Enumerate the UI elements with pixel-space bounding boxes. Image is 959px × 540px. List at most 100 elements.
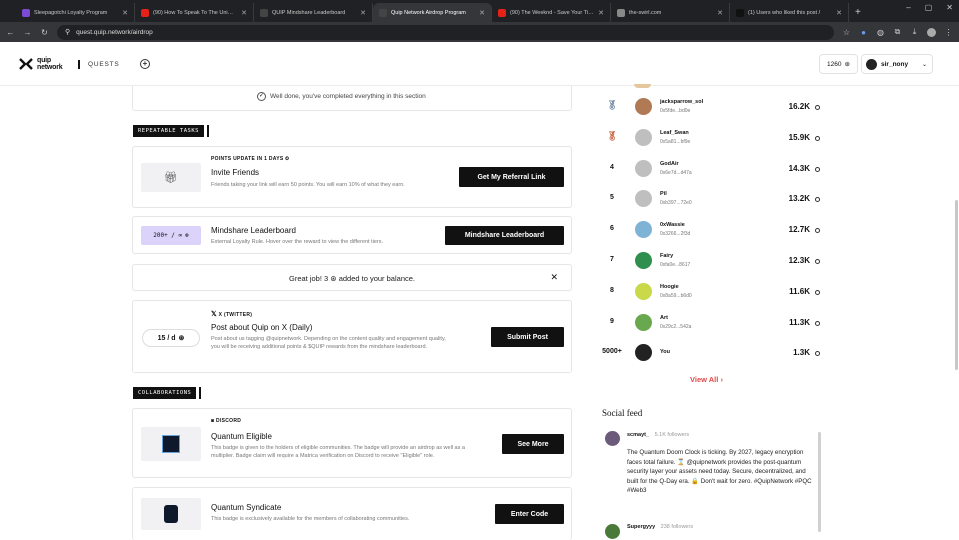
leaderboard-score: 11.6K (789, 286, 810, 296)
leaderboard-score: 1.3K (793, 348, 810, 358)
view-all-link[interactable]: View All › (690, 375, 723, 384)
extension-icon[interactable]: ● (859, 28, 868, 37)
social-feed-title: Social feed (602, 408, 643, 418)
avatar (605, 431, 620, 446)
quip-logo[interactable]: quip network (19, 57, 63, 71)
tab-close-icon[interactable]: ✕ (479, 9, 485, 17)
mindshare-reward-badge[interactable]: 200+ / ∞ ⊛ (141, 226, 201, 245)
address-bar: ← → ↻ ⚲ quest.quip.network/airdrop ☆ ● ◍… (0, 22, 959, 42)
tab-close-icon[interactable]: ✕ (836, 9, 842, 17)
points-icon: ⊛ (330, 274, 337, 283)
points-icon (815, 197, 820, 203)
invite-thumbnail: 🎁︎ (141, 163, 201, 192)
leaderboard-rank: 8 (610, 286, 614, 294)
leaderboard-rank: 5000+ (602, 348, 622, 356)
browser-tab[interactable]: QUIP Mindshare Leaderboard ✕ (254, 3, 373, 22)
site-info-icon[interactable]: ⚲ (65, 28, 70, 36)
avatar (866, 58, 877, 70)
bookmark-star-icon[interactable]: ☆ (842, 28, 851, 37)
silver-medal-icon: 🏅︎ (606, 100, 618, 110)
reload-icon[interactable]: ↻ (40, 28, 49, 37)
tab-title: Sleepagotchi Loyalty Program (34, 9, 108, 16)
maximize-icon[interactable]: ▢ (925, 3, 933, 12)
leaderboard-address: 0x29c2...542a (660, 323, 692, 330)
tab-close-icon[interactable]: ✕ (360, 9, 366, 17)
points-icon (815, 135, 820, 141)
points-icon (815, 105, 820, 110)
points-value: 1260 (827, 60, 842, 68)
nav-quests[interactable]: QUESTS (88, 61, 120, 68)
social-feed-list: scmayt_ 5.1K followers The Quantum Doom … (600, 426, 822, 540)
success-toast: Great job! 3 ⊛ added to your balance. ✕ (132, 264, 572, 291)
points-balance[interactable]: 1260 ⊛ (819, 54, 858, 74)
new-tab-icon[interactable]: + (849, 3, 867, 22)
leaderboard-rank: 6 (610, 225, 614, 233)
bronze-medal-icon: 🏅︎ (606, 130, 618, 141)
leaderboard-score: 11.3K (789, 317, 810, 327)
quantum-eligible-title: Quantum Eligible (211, 432, 272, 441)
url-field[interactable]: ⚲ quest.quip.network/airdrop (57, 24, 834, 40)
leaderboard-score: 12.3K (788, 256, 810, 265)
get-referral-link-button[interactable]: Get My Referral Link (459, 167, 564, 187)
tab-title: (90) How To Speak To The Uni… (153, 9, 234, 16)
browser-tab[interactable]: Quip Network Airdrop Program ✕ (373, 3, 492, 22)
back-icon[interactable]: ← (6, 28, 15, 37)
browser-tab[interactable]: (1) Users who liked this post / ✕ (730, 3, 849, 22)
feed-post-text: The Quantum Doom Clock is ticking. By 20… (627, 449, 812, 494)
close-icon[interactable]: ✕ (550, 272, 558, 283)
feed-username[interactable]: Supergyyy (627, 524, 655, 530)
url-text: quest.quip.network/airdrop (76, 28, 153, 36)
browser-tab[interactable]: Sleepagotchi Loyalty Program ✕ (16, 3, 135, 22)
discord-platform-label: ◙ DISCORD (211, 418, 242, 424)
mindshare-desc: External Loyalty Rule. Hover over the re… (211, 239, 384, 245)
points-icon (815, 166, 820, 172)
twitter-platform-label: 𝕏 X (TWITTER) (211, 311, 253, 318)
leaderboard-row: 🏅︎ jacksparrow_sol 0x5fde...bd0e 16.2K (600, 93, 822, 123)
tab-close-icon[interactable]: ✕ (241, 9, 247, 17)
tab-close-icon[interactable]: ✕ (598, 9, 604, 17)
minimize-icon[interactable]: – (906, 3, 910, 12)
points-icon (815, 228, 820, 234)
twitter-reward-badge[interactable]: 15 / d ⊛ (142, 329, 200, 347)
extension-icon-2[interactable]: ◍ (876, 28, 885, 37)
leaderboard-score: 12.7K (788, 225, 810, 235)
leaderboard-username: Fairy (660, 253, 674, 259)
avatar (635, 252, 652, 269)
clock-icon: ⏲ (285, 156, 290, 162)
leaderboard-username: Hoogie (660, 283, 679, 290)
browser-tab[interactable]: (90) The Weeknd - Save Your Ti… ✕ (492, 3, 611, 22)
forward-icon[interactable]: → (23, 28, 32, 37)
enter-code-button[interactable]: Enter Code (495, 504, 564, 524)
quantum-eligible-thumbnail (141, 427, 201, 461)
extensions-puzzle-icon[interactable]: ⧉ (893, 27, 902, 37)
browser-tab-bar: Sleepagotchi Loyalty Program ✕ (90) How To… (0, 0, 959, 22)
add-icon[interactable]: + (140, 59, 150, 69)
tab-close-icon[interactable]: ✕ (122, 9, 128, 17)
profile-icon[interactable] (927, 27, 936, 37)
mindshare-leaderboard-button[interactable]: Mindshare Leaderboard (445, 226, 564, 245)
downloads-icon[interactable]: ⤓ (910, 27, 919, 37)
close-window-icon[interactable]: ✕ (946, 3, 953, 12)
feed-scrollbar[interactable] (818, 432, 821, 532)
leaderboard-username: Art (660, 314, 668, 321)
points-icon (815, 320, 820, 326)
tab-close-icon[interactable]: ✕ (717, 9, 723, 17)
logo-text-top: quip (37, 57, 51, 64)
feed-followers: 5.1K followers (654, 432, 690, 438)
page-scrollbar[interactable] (955, 200, 958, 370)
see-more-button[interactable]: See More (502, 434, 564, 454)
browser-tab[interactable]: the-swirl.com ✕ (611, 3, 730, 22)
user-menu[interactable]: sir_nony ⌄ (861, 54, 933, 74)
leaderboard-username: 0xWassie (660, 222, 685, 229)
browser-menu-icon[interactable]: ⋮ (944, 28, 953, 37)
leaderboard-username: Pil (660, 191, 667, 198)
invite-friends-title: Invite Friends (211, 168, 260, 177)
browser-tab[interactable]: (90) How To Speak To The Uni… ✕ (135, 3, 254, 22)
quantum-eligible-desc: This badge is given to the holders of el… (211, 445, 465, 459)
logo-text-bottom: network (37, 64, 63, 71)
feed-username[interactable]: scmayt_ (627, 432, 649, 438)
submit-post-button[interactable]: Submit Post (491, 327, 564, 347)
header-divider (78, 60, 80, 69)
toast-text: Great job! 3 ⊛ added to your balance. (289, 274, 415, 283)
leaderboard-username: Leaf_Swan (660, 129, 689, 136)
